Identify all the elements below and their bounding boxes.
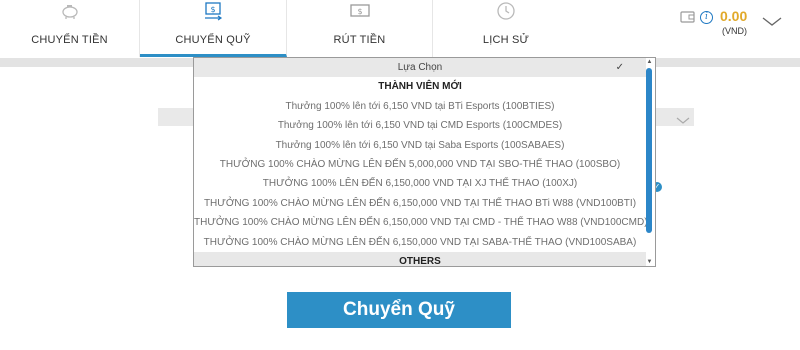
top-nav-bar: CHUYỂN TIỀN $ CHUYỂN QUỸ $ RÚT TIỀN LỊCH…: [0, 0, 800, 58]
dropdown-options: Lựa Chọn ✓ THÀNH VIÊN MỚI Thưởng 100% lê…: [194, 58, 646, 266]
tab-lich-su[interactable]: LỊCH SỬ: [433, 0, 579, 57]
option-item[interactable]: Thưởng 100% lên tới 6,150 VND tại Saba E…: [194, 136, 646, 155]
chevron-down-icon[interactable]: [762, 14, 782, 32]
optgroup-label: THÀNH VIÊN MỚI: [378, 81, 462, 93]
balance-currency: (VND): [722, 26, 747, 36]
svg-text:$: $: [210, 5, 215, 14]
balance-amount: 0.00: [720, 8, 748, 24]
option-placeholder[interactable]: Lựa Chọn ✓: [194, 58, 646, 78]
tab-label: CHUYỂN TIỀN: [31, 34, 108, 46]
wallet-icon: [680, 10, 696, 29]
option-item[interactable]: THƯỞNG 100% CHÀO MỪNG LÊN ĐẾN 5,000,000 …: [194, 155, 646, 174]
scroll-up-icon[interactable]: ▲: [645, 58, 654, 66]
option-item[interactable]: Thưởng 100% lên tới 6,150 VND tại CMD Es…: [194, 116, 646, 135]
chevron-down-icon: [676, 112, 690, 130]
tab-label: RÚT TIỀN: [333, 34, 386, 46]
cash-bill-icon: $: [346, 0, 374, 22]
piggy-bank-icon: [56, 0, 84, 22]
option-item[interactable]: THƯỞNG 100% CHÀO MỪNG LÊN ĐẾN 6,150,000 …: [194, 213, 646, 232]
option-label: Lựa Chọn: [397, 62, 443, 73]
wallet-balance: i 0.00 (VND): [680, 6, 800, 46]
tab-rut-tien[interactable]: $ RÚT TIỀN: [287, 0, 433, 57]
checkmark-icon: ✓: [615, 62, 624, 73]
option-item[interactable]: Thưởng 100% lên tới 6,150 VND tại BTi Es…: [194, 97, 646, 116]
tab-label: LỊCH SỬ: [482, 34, 530, 46]
scrollbar-thumb[interactable]: [646, 68, 652, 233]
tab-label: CHUYỂN QUỸ: [175, 34, 251, 46]
history-clock-icon: [492, 0, 520, 22]
dropdown-scrollbar[interactable]: ▲ ▼: [645, 58, 654, 266]
option-item[interactable]: THƯỞNG 100% CHÀO MỪNG LÊN ĐẾN 6,150,000 …: [194, 233, 646, 252]
optgroup-label: OTHERS: [194, 251, 646, 266]
tab-chuyen-quy[interactable]: $ CHUYỂN QUỸ: [140, 0, 287, 57]
svg-text:$: $: [357, 7, 362, 16]
tab-chuyen-tien[interactable]: CHUYỂN TIỀN: [0, 0, 140, 57]
option-item[interactable]: THƯỞNG 100% CHÀO MỪNG LÊN ĐẾN 6,150,000 …: [194, 194, 646, 213]
promo-dropdown-list[interactable]: Lựa Chọn ✓ THÀNH VIÊN MỚI Thưởng 100% lê…: [193, 57, 656, 267]
option-item[interactable]: THƯỞNG 100% LÊN ĐẾN 6,150,000 VND TẠI XJ…: [194, 174, 646, 193]
money-transfer-icon: $: [199, 0, 227, 22]
scroll-down-icon[interactable]: ▼: [645, 258, 654, 266]
transfer-funds-button[interactable]: Chuyển Quỹ: [287, 292, 511, 328]
info-icon[interactable]: i: [700, 11, 713, 24]
